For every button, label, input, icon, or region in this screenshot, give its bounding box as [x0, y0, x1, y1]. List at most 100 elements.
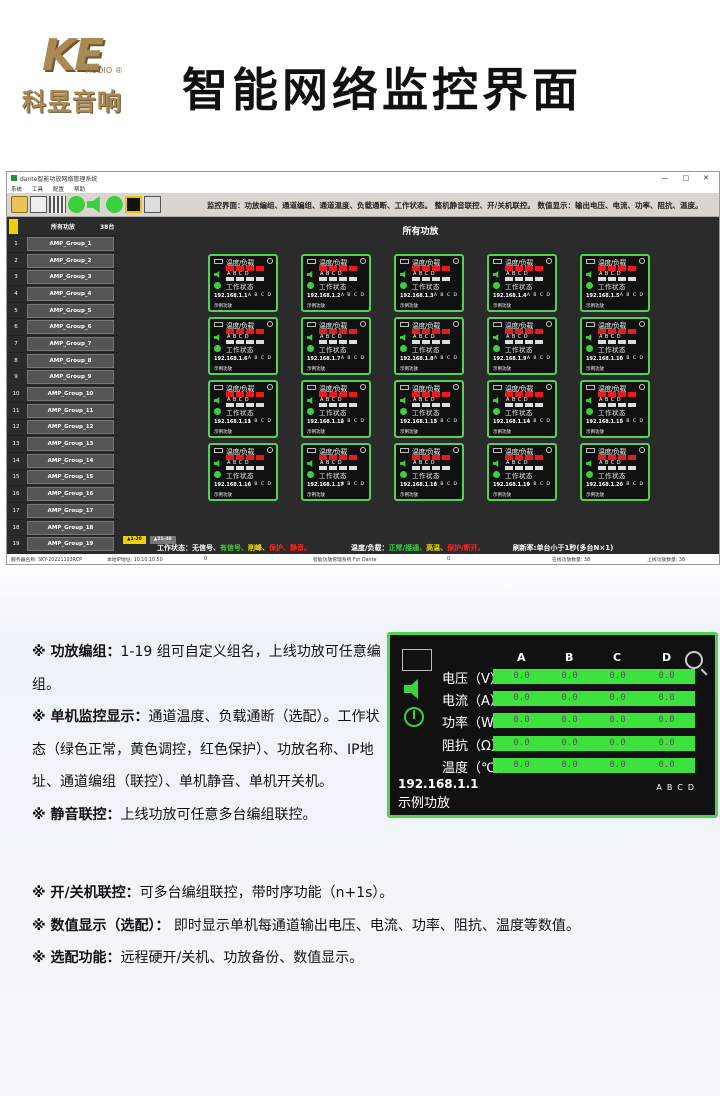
- amp-card[interactable]: 温度/负载 ABCD 工作状态 192.168.1.18 A B C D 示例功放: [394, 443, 464, 501]
- zoom-icon[interactable]: [546, 321, 552, 327]
- group-name-button[interactable]: AMP_Group_9: [27, 370, 114, 385]
- mute-speaker-icon[interactable]: [586, 271, 592, 278]
- sidebar-group-row[interactable]: 1 AMP_Group_1: [7, 235, 118, 252]
- amp-card[interactable]: 温度/负载 ABCD 工作状态 192.168.1.14 A B C D 示例功放: [487, 380, 557, 438]
- amp-card[interactable]: 温度/负载 ABCD 工作状态 192.168.1.1 A B C D 示例功放: [208, 254, 278, 312]
- group-name-button[interactable]: AMP_Group_4: [27, 286, 114, 301]
- zoom-icon[interactable]: [267, 258, 273, 264]
- amp-card[interactable]: 温度/负载 ABCD 工作状态 192.168.1.11 A B C D 示例功放: [208, 380, 278, 438]
- group-name-button[interactable]: AMP_Group_14: [27, 453, 114, 468]
- speaker-icon[interactable]: [87, 196, 100, 213]
- zoom-icon[interactable]: [685, 651, 703, 669]
- save-icon[interactable]: [30, 196, 47, 213]
- mute-speaker-icon[interactable]: [400, 397, 406, 404]
- mute-speaker-icon[interactable]: [400, 271, 406, 278]
- power-off-icon[interactable]: [106, 196, 123, 213]
- minimize-icon[interactable]: —: [662, 174, 669, 182]
- mute-speaker-icon[interactable]: [493, 460, 499, 467]
- zoom-icon[interactable]: [639, 447, 645, 453]
- group-name-button[interactable]: AMP_Group_3: [27, 270, 114, 285]
- mute-speaker-icon[interactable]: [493, 334, 499, 341]
- mute-speaker-icon[interactable]: [307, 460, 313, 467]
- zoom-icon[interactable]: [360, 321, 366, 327]
- zoom-icon[interactable]: [639, 258, 645, 264]
- amp-card[interactable]: 温度/负载 ABCD 工作状态 192.168.1.8 A B C D 示例功放: [394, 317, 464, 375]
- zoom-icon[interactable]: [453, 258, 459, 264]
- group-name-button[interactable]: AMP_Group_2: [27, 253, 114, 268]
- sidebar-group-row[interactable]: 14 AMP_Group_14: [7, 451, 118, 469]
- sidebar-group-row[interactable]: 10 AMP_Group_10: [7, 385, 118, 402]
- power-icon[interactable]: [493, 471, 500, 478]
- power-icon[interactable]: [400, 408, 407, 415]
- amp-card[interactable]: 温度/负载 ABCD 工作状态 192.168.1.13 A B C D 示例功放: [394, 380, 464, 438]
- power-icon[interactable]: [214, 282, 221, 289]
- zoom-icon[interactable]: [267, 384, 273, 390]
- zoom-icon[interactable]: [453, 321, 459, 327]
- amp-card[interactable]: 温度/负载 ABCD 工作状态 192.168.1.9 A B C D 示例功放: [487, 317, 557, 375]
- mute-speaker-icon[interactable]: [307, 397, 313, 404]
- menu-system[interactable]: 系统: [11, 185, 22, 193]
- amp-card[interactable]: 温度/负载 ABCD 工作状态 192.168.1.7 A B C D 示例功放: [301, 317, 371, 375]
- mute-speaker-icon[interactable]: [214, 460, 220, 467]
- power-icon[interactable]: [493, 408, 500, 415]
- sidebar-group-row[interactable]: 11 AMP_Group_11: [7, 401, 118, 419]
- menu-help[interactable]: 帮助: [74, 185, 85, 193]
- mute-speaker-icon[interactable]: [307, 334, 313, 341]
- sidebar-group-row[interactable]: 2 AMP_Group_2: [7, 251, 118, 269]
- mute-speaker-icon[interactable]: [400, 460, 406, 467]
- sidebar-group-row[interactable]: 17 AMP_Group_17: [7, 502, 118, 519]
- mute-speaker-icon[interactable]: [586, 460, 592, 467]
- group-name-button[interactable]: AMP_Group_16: [27, 487, 114, 502]
- group-name-button[interactable]: AMP_Group_1: [27, 236, 114, 251]
- group-name-button[interactable]: AMP_Group_12: [27, 420, 114, 435]
- sidebar-group-row[interactable]: 15 AMP_Group_15: [7, 468, 118, 486]
- mute-speaker-icon[interactable]: [214, 334, 220, 341]
- power-icon[interactable]: [400, 282, 407, 289]
- amp-card[interactable]: 温度/负载 ABCD 工作状态 192.168.1.6 A B C D 示例功放: [208, 317, 278, 375]
- power-icon[interactable]: [586, 282, 593, 289]
- group-name-button[interactable]: AMP_Group_15: [27, 470, 114, 485]
- amp-card[interactable]: 温度/负载 ABCD 工作状态 192.168.1.19 A B C D 示例功放: [487, 443, 557, 501]
- amp-card[interactable]: 温度/负载 ABCD 工作状态 192.168.1.2 A B C D 示例功放: [301, 254, 371, 312]
- zoom-icon[interactable]: [453, 447, 459, 453]
- group-name-button[interactable]: AMP_Group_10: [27, 387, 114, 402]
- power-icon[interactable]: [307, 282, 314, 289]
- power-icon[interactable]: [586, 408, 593, 415]
- sidebar-group-row[interactable]: 7 AMP_Group_7: [7, 335, 118, 352]
- sidebar-group-row[interactable]: 16 AMP_Group_16: [7, 485, 118, 502]
- amp-card[interactable]: 温度/负载 ABCD 工作状态 192.168.1.3 A B C D 示例功放: [394, 254, 464, 312]
- power-icon[interactable]: [586, 471, 593, 478]
- group-name-button[interactable]: AMP_Group_6: [27, 320, 114, 335]
- sidebar-group-row[interactable]: 19 AMP_Group_19: [7, 535, 118, 552]
- menu-config[interactable]: 配置: [53, 185, 64, 193]
- sidebar-group-row[interactable]: 13 AMP_Group_13: [7, 435, 118, 452]
- power-icon[interactable]: [493, 282, 500, 289]
- amp-card[interactable]: 温度/负载 ABCD 工作状态 192.168.1.10 A B C D 示例功放: [580, 317, 650, 375]
- zoom-icon[interactable]: [360, 447, 366, 453]
- power-icon[interactable]: [400, 471, 407, 478]
- group-name-button[interactable]: AMP_Group_17: [27, 503, 114, 518]
- amp-card[interactable]: 温度/负载 ABCD 工作状态 192.168.1.20 A B C D 示例功放: [580, 443, 650, 501]
- power-icon[interactable]: [307, 408, 314, 415]
- mute-speaker-icon[interactable]: [493, 271, 499, 278]
- group-name-button[interactable]: AMP_Group_11: [27, 403, 114, 418]
- sidebar-group-row[interactable]: 6 AMP_Group_6: [7, 318, 118, 335]
- sidebar-group-row[interactable]: 4 AMP_Group_4: [7, 285, 118, 302]
- amp-card[interactable]: 温度/负载 ABCD 工作状态 192.168.1.15 A B C D 示例功放: [580, 380, 650, 438]
- group-name-button[interactable]: AMP_Group_19: [27, 537, 114, 552]
- zoom-icon[interactable]: [639, 384, 645, 390]
- power-icon[interactable]: [404, 707, 424, 727]
- menu-tools[interactable]: 工具: [32, 185, 43, 193]
- network-icon[interactable]: [144, 196, 161, 213]
- sidebar-group-row[interactable]: 5 AMP_Group_5: [7, 301, 118, 319]
- zoom-icon[interactable]: [360, 384, 366, 390]
- group-name-button[interactable]: AMP_Group_7: [27, 336, 114, 351]
- mute-speaker-icon[interactable]: [493, 397, 499, 404]
- zoom-icon[interactable]: [639, 321, 645, 327]
- group-name-button[interactable]: AMP_Group_5: [27, 303, 114, 318]
- zoom-icon[interactable]: [267, 321, 273, 327]
- group-name-button[interactable]: AMP_Group_8: [27, 353, 114, 368]
- sidebar-group-row[interactable]: 9 AMP_Group_9: [7, 368, 118, 386]
- power-icon[interactable]: [307, 345, 314, 352]
- power-icon[interactable]: [214, 408, 221, 415]
